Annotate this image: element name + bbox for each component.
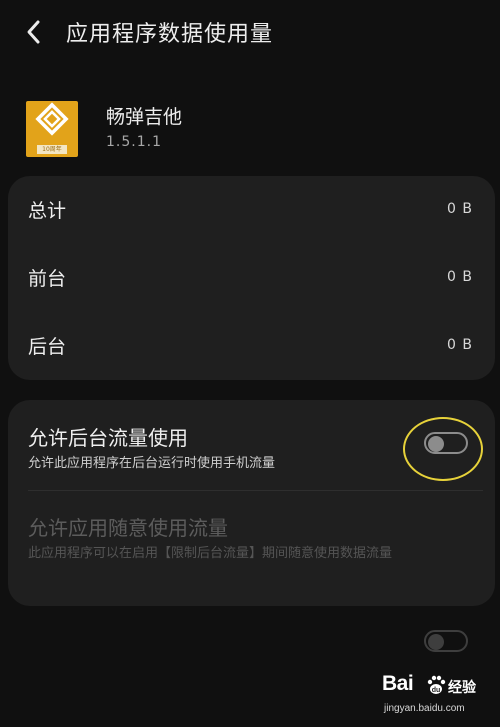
usage-label: 前台	[28, 268, 67, 290]
usage-label: 后台	[28, 336, 67, 358]
divider	[28, 490, 483, 491]
watermark-brand: Bai	[382, 672, 414, 695]
svg-text:du: du	[432, 687, 441, 694]
app-logo-icon: 10周年	[26, 101, 78, 157]
usage-value: 0 B	[447, 269, 473, 285]
watermark-suffix: 经验	[448, 680, 476, 696]
toggle-knob	[428, 634, 444, 650]
usage-value: 0 B	[447, 337, 473, 353]
usage-row-background: 后台 0 B	[8, 312, 495, 380]
setting-title: 允许应用随意使用流量	[28, 516, 228, 540]
setting-description: 允许此应用程序在后台运行时使用手机流量	[28, 456, 276, 471]
watermark-url: jingyan.baidu.com	[384, 703, 465, 714]
usage-card: 总计 0 B 前台 0 B 后台 0 B	[8, 176, 495, 380]
baidu-jingyan-watermark: Bai du 经验 jingyan.baidu.com	[382, 672, 492, 722]
background-data-toggle[interactable]	[424, 432, 468, 454]
setting-description: 此应用程序可以在启用【限制后台流量】期间随意使用数据流量	[28, 546, 393, 561]
toggle-knob	[428, 436, 444, 452]
page-title: 应用程序数据使用量	[66, 22, 274, 47]
app-version: 1.5.1.1	[106, 134, 162, 150]
usage-row-foreground: 前台 0 B	[8, 244, 495, 312]
app-name: 畅弹吉他	[106, 106, 183, 128]
permissions-card: 允许后台流量使用 允许此应用程序在后台运行时使用手机流量 允许应用随意使用流量 …	[8, 400, 495, 652]
paw-icon: du	[427, 675, 446, 694]
setting-title: 允许后台流量使用	[28, 426, 188, 450]
background-data-setting[interactable]: 允许后台流量使用 允许此应用程序在后台运行时使用手机流量	[8, 400, 495, 490]
app-info: 10周年 畅弹吉他 1.5.1.1	[0, 96, 500, 166]
app-bar: 应用程序数据使用量	[0, 0, 500, 66]
usage-label: 总计	[28, 200, 67, 222]
unrestricted-data-toggle[interactable]	[424, 630, 468, 652]
back-button[interactable]	[22, 14, 52, 50]
app-icon-badge: 10周年	[37, 145, 67, 154]
unrestricted-data-setting[interactable]: 允许应用随意使用流量 此应用程序可以在启用【限制后台流量】期间随意使用数据流量	[8, 492, 495, 652]
usage-row-total: 总计 0 B	[8, 176, 495, 244]
chevron-left-icon	[27, 20, 40, 44]
usage-value: 0 B	[447, 201, 473, 217]
